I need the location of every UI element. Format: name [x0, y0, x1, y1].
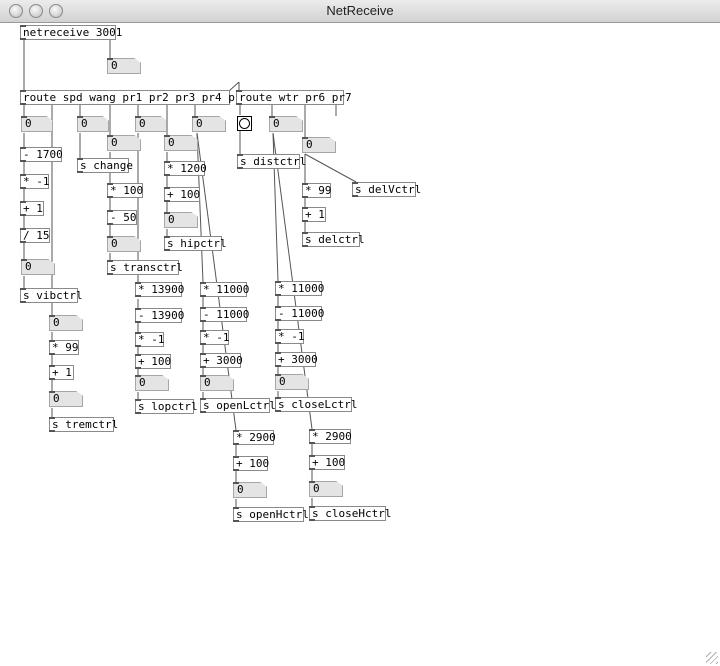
multiply-99-object[interactable]: * 99	[49, 340, 79, 355]
multiply-neg1-object[interactable]: * -1	[275, 329, 305, 344]
netreceive-object[interactable]: netreceive 3001	[20, 25, 122, 40]
add-1-object[interactable]: + 1	[49, 365, 74, 380]
number-box-pr3[interactable]: 0	[135, 116, 167, 132]
send-openLctrl-object[interactable]: s openLctrl	[200, 398, 276, 413]
add-1-object[interactable]: + 1	[302, 207, 326, 222]
number-box-trem[interactable]: 0	[49, 315, 83, 331]
number-box-openL[interactable]: 0	[200, 375, 234, 391]
send-transctrl-object[interactable]: s transctrl	[107, 260, 183, 275]
multiply-neg1-object[interactable]: * -1	[200, 330, 230, 345]
number-box[interactable]: 0	[107, 58, 141, 74]
add-100-object[interactable]: + 100	[309, 455, 345, 470]
multiply-11000-object[interactable]: * 11000	[200, 282, 249, 297]
subtract-50-object[interactable]: - 50	[107, 210, 137, 225]
patch-cords	[23, 39, 357, 507]
multiply-neg1-object[interactable]: * -1	[20, 174, 50, 189]
patch-canvas[interactable]: netreceive 3001 0 route spd wang pr1 pr2…	[0, 23, 720, 666]
number-box-lop[interactable]: 0	[135, 375, 169, 391]
bang-button[interactable]	[237, 116, 252, 131]
send-closeHctrl-object[interactable]: s closeHctrl	[309, 506, 391, 521]
send-delVctrl-object[interactable]: s delVctrl	[352, 182, 421, 197]
send-openHctrl-object[interactable]: s openHctrl	[233, 507, 309, 522]
send-closeLctrl-object[interactable]: s closeLctrl	[275, 397, 357, 412]
send-lopctrl-object[interactable]: s lopctrl	[135, 399, 198, 414]
add-3000-object[interactable]: + 3000	[275, 352, 318, 367]
send-tremctrl-object[interactable]: s tremctrl	[49, 417, 118, 432]
subtract-11000-object[interactable]: - 11000	[200, 307, 249, 322]
multiply-99-object[interactable]: * 99	[302, 183, 332, 198]
number-box-vib[interactable]: 0	[21, 259, 55, 275]
route-object-secondary[interactable]: route wtr pr6 pr7	[236, 90, 352, 105]
subtract-1700-object[interactable]: - 1700	[20, 147, 63, 162]
multiply-2900-object[interactable]: * 2900	[309, 429, 352, 444]
number-box-spd[interactable]: 0	[21, 116, 53, 132]
route-object-main[interactable]: route spd wang pr1 pr2 pr3 pr4 pr5	[20, 90, 248, 105]
number-box-pr5[interactable]: 0	[192, 116, 226, 132]
bang-indicator-icon	[239, 118, 250, 129]
add-100-object[interactable]: + 100	[233, 456, 269, 471]
number-box-pr4[interactable]: 0	[164, 135, 198, 151]
title-bar: NetReceive	[0, 0, 720, 23]
resize-grip-icon[interactable]	[706, 652, 718, 664]
number-box-trans[interactable]: 0	[107, 236, 141, 252]
add-1-object[interactable]: + 1	[20, 201, 44, 216]
send-change-object[interactable]: s change	[77, 158, 133, 173]
number-box-openH[interactable]: 0	[233, 482, 267, 498]
number-box-pr2[interactable]: 0	[107, 135, 141, 151]
send-vibctrl-object[interactable]: s vibctrl	[20, 288, 83, 303]
multiply-1200-object[interactable]: * 1200	[164, 161, 207, 176]
window-title: NetReceive	[326, 3, 394, 18]
number-box-pr7[interactable]: 0	[302, 137, 336, 153]
send-distctrl-object[interactable]: s distctrl	[237, 154, 306, 169]
patch-window: NetReceive netreceive 3001 0 route spd w…	[0, 0, 720, 666]
multiply-100-object[interactable]: * 100	[107, 183, 143, 198]
add-3000-object[interactable]: + 3000	[200, 353, 243, 368]
divide-15-object[interactable]: / 15	[20, 228, 50, 243]
multiply-2900-object[interactable]: * 2900	[233, 430, 276, 445]
number-box-trem-out[interactable]: 0	[49, 391, 83, 407]
add-100-object[interactable]: + 100	[164, 187, 200, 202]
number-box-closeL[interactable]: 0	[275, 374, 309, 390]
number-box-closeH[interactable]: 0	[309, 481, 343, 497]
number-box-pr6[interactable]: 0	[269, 116, 303, 132]
subtract-13900-object[interactable]: - 13900	[135, 308, 184, 323]
subtract-11000-object[interactable]: - 11000	[275, 306, 324, 321]
multiply-11000-object[interactable]: * 11000	[275, 281, 324, 296]
multiply-13900-object[interactable]: * 13900	[135, 282, 184, 297]
add-100-object[interactable]: + 100	[135, 354, 171, 369]
number-box-pr1[interactable]: 0	[77, 116, 109, 132]
multiply-neg1-object[interactable]: * -1	[135, 332, 165, 347]
send-hipctrl-object[interactable]: s hipctrl	[164, 236, 227, 251]
send-delctrl-object[interactable]: s delctrl	[302, 232, 365, 247]
number-box-hip[interactable]: 0	[164, 212, 198, 228]
